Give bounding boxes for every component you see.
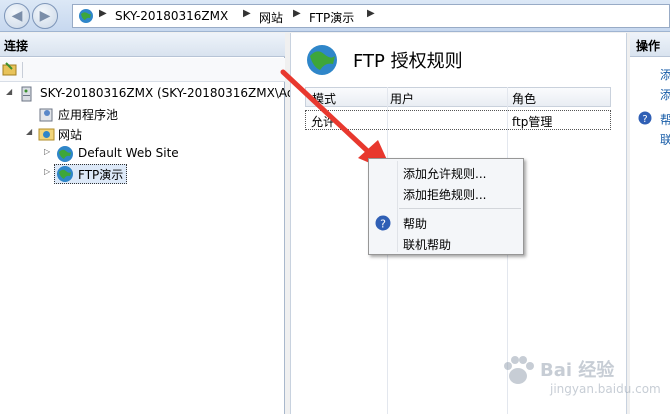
context-menu: 添加允许规则... 添加拒绝规则... ? 帮助 联机帮助 (368, 158, 524, 255)
help-icon: ? (375, 215, 391, 231)
menu-gutter (397, 161, 398, 252)
menu-item-add-deny-rule[interactable]: 添加拒绝规则... (403, 186, 486, 203)
watermark-text: Bai 经验 (540, 360, 615, 381)
paw-icon (504, 356, 534, 384)
iis-manager-window: ◀ ▶ ▶ SKY-20180316ZMX ▶ 网站 ▶ FTP演示 ▶ 连接 … (0, 0, 670, 414)
menu-item-help[interactable]: 帮助 (403, 215, 427, 232)
menu-item-add-allow-rule[interactable]: 添加允许规则... (403, 165, 486, 182)
menu-separator (399, 208, 521, 209)
watermark: Bai 经验 jingyan.baidu.com (500, 352, 665, 408)
watermark-url: jingyan.baidu.com (550, 382, 661, 396)
menu-item-online-help[interactable]: 联机帮助 (403, 236, 451, 253)
svg-text:?: ? (380, 218, 386, 231)
